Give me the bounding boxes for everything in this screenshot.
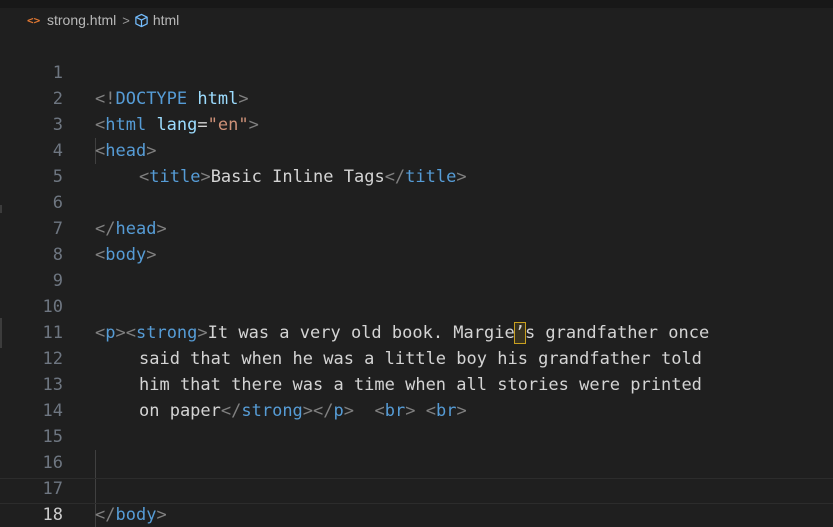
code-line-11[interactable]: 11 said that when he was a little boy hi… — [0, 294, 833, 369]
code-line-10[interactable]: 10 <p><strong>It was a very old book. Ma… — [0, 268, 833, 344]
code-line-7[interactable]: 7 <body> — [0, 190, 833, 265]
code-line-8[interactable]: 8 — [0, 216, 833, 265]
code-line-5[interactable]: 5 — [0, 138, 833, 187]
code-line-15[interactable]: 15 — [0, 398, 833, 447]
breadcrumb-file-name[interactable]: strong.html — [47, 12, 116, 28]
code-line-3[interactable]: 3 <head> — [0, 86, 833, 161]
line-number: 18 — [42, 505, 63, 525]
code-line-14[interactable]: 14 — [0, 372, 833, 421]
code-editor[interactable]: 1 <!DOCTYPE html> 2 <html lang="en"> 3 <… — [0, 34, 833, 527]
code-line-16[interactable]: 16 — [0, 424, 833, 473]
code-line-13[interactable]: 13 on paper</strong></p> <br> <br> — [0, 346, 833, 421]
code-line-1[interactable]: 1 <!DOCTYPE html> — [0, 34, 833, 109]
code-line-17[interactable]: 17 </body> — [0, 450, 833, 525]
code-line-6[interactable]: 6 </head> — [0, 164, 833, 239]
line-content[interactable]: </body> — [95, 502, 167, 527]
chevron-right-icon: > — [122, 12, 130, 28]
top-strip — [0, 0, 833, 8]
code-line-4[interactable]: 4 <title>Basic Inline Tags</title> — [0, 112, 833, 187]
code-line-9[interactable]: 9 — [0, 242, 833, 291]
breadcrumb: <> strong.html > html — [0, 8, 833, 32]
breadcrumb-symbol-name[interactable]: html — [153, 12, 179, 28]
code-line-18[interactable]: 18 </html> — [0, 478, 833, 525]
code-line-2[interactable]: 2 <html lang="en"> — [0, 60, 833, 135]
cube-icon — [134, 13, 149, 28]
code-line-12[interactable]: 12 him that there was a time when all st… — [0, 320, 833, 395]
html-file-icon: <> — [27, 13, 41, 27]
